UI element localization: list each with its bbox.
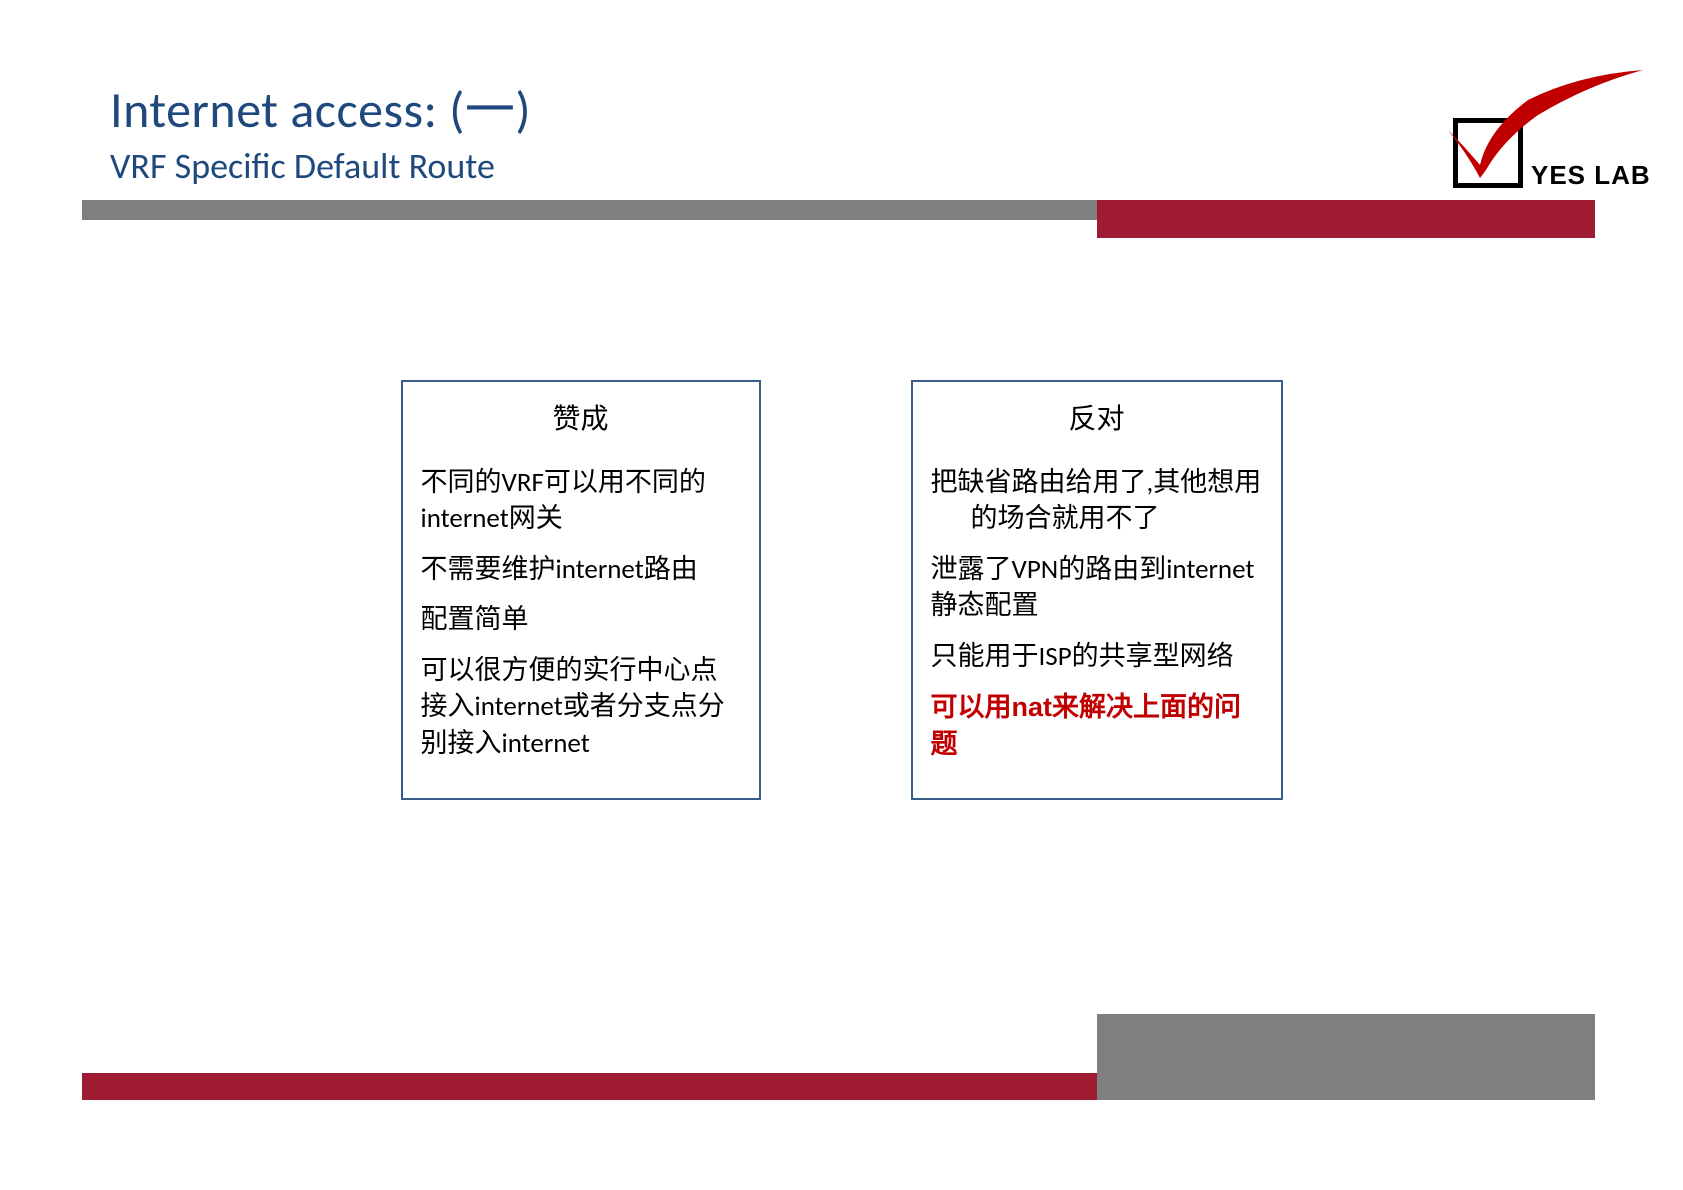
- logo-text: YES LAB: [1531, 160, 1651, 191]
- cons-title: 反对: [931, 397, 1263, 437]
- footer-red-bar: [82, 1073, 1097, 1100]
- pros-box: 赞成 不同的VRF可以用不同的internet网关 不需要维护internet路…: [401, 380, 761, 800]
- yes-lab-logo: YES LAB: [1403, 70, 1663, 200]
- cons-item: 只能用于ISP的共享型网络: [931, 639, 1263, 675]
- pros-item: 不同的VRF可以用不同的internet网关: [421, 465, 741, 538]
- cons-box: 反对 把缺省路由给用了,其他想用的场合就用不了 泄露了VPN的路由到intern…: [911, 380, 1283, 800]
- content-area: 赞成 不同的VRF可以用不同的internet网关 不需要维护internet路…: [0, 380, 1683, 800]
- pros-item: 可以很方便的实行中心点接入internet或者分支点分别接入internet: [421, 653, 741, 762]
- slide-subtitle: VRF Specific Default Route: [110, 144, 1583, 188]
- cons-highlight: 可以用nat来解决上面的问题: [931, 689, 1263, 762]
- footer-gray-block: [1097, 1014, 1595, 1100]
- slide-title: Internet access: (一): [110, 70, 1583, 142]
- slide-header: Internet access: (一) VRF Specific Defaul…: [110, 70, 1583, 188]
- cons-item: 泄露了VPN的路由到internet静态配置: [931, 552, 1263, 625]
- header-red-bar: [1097, 200, 1595, 238]
- pros-item: 配置简单: [421, 602, 741, 638]
- cons-item: 把缺省路由给用了,其他想用的场合就用不了: [931, 465, 1263, 538]
- pros-title: 赞成: [421, 397, 741, 437]
- header-gray-bar: [82, 200, 1097, 220]
- pros-item: 不需要维护internet路由: [421, 552, 741, 588]
